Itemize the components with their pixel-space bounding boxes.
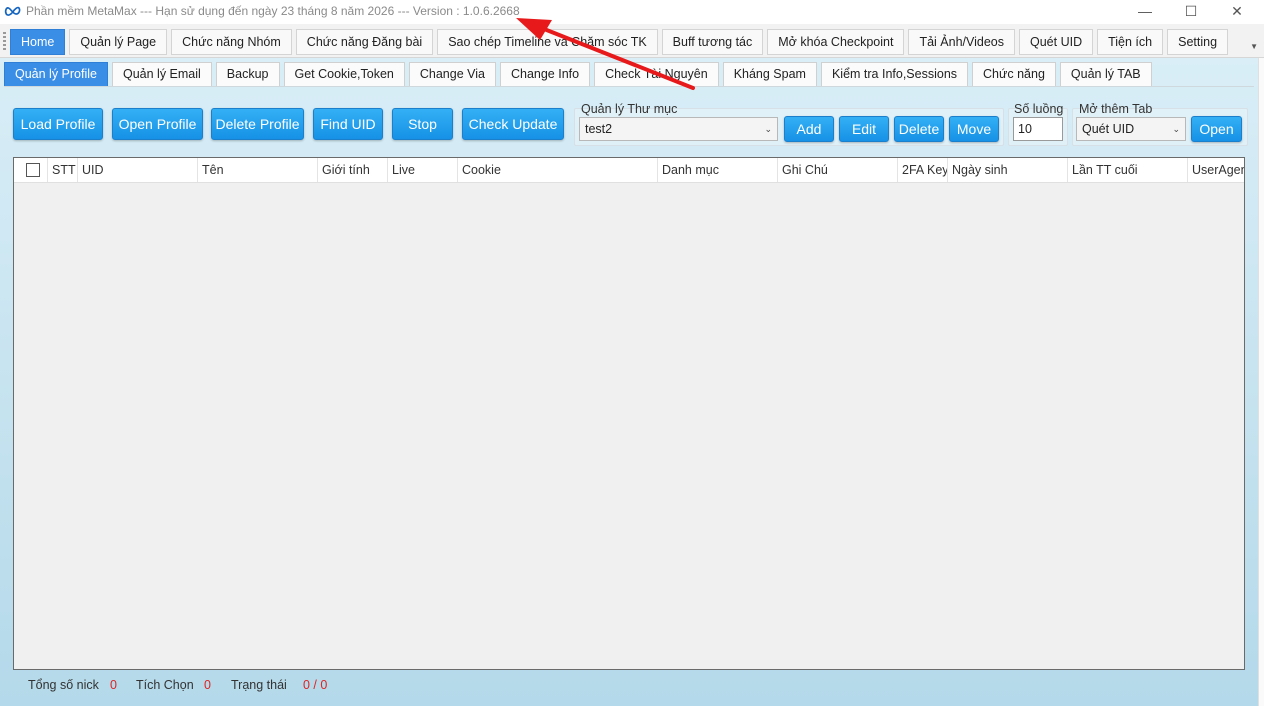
open-profile-button[interactable]: Open Profile <box>112 108 203 140</box>
menu-tab-quet-uid[interactable]: Quét UID <box>1019 29 1094 55</box>
folder-move-button[interactable]: Move <box>949 116 999 142</box>
col-ten[interactable]: Tên <box>198 158 318 182</box>
col-cookie[interactable]: Cookie <box>458 158 658 182</box>
chevron-down-icon: ⌄ <box>1172 124 1180 134</box>
folder-edit-button[interactable]: Edit <box>839 116 889 142</box>
window-title: Phần mềm MetaMax --- Hạn sử dụng đến ngà… <box>26 4 520 18</box>
total-nick-value: 0 <box>110 678 117 692</box>
selected-label: Tích Chọn <box>136 678 194 692</box>
subtab-quan-ly-profile[interactable]: Quản lý Profile <box>4 62 108 86</box>
threads-label: Số luồng <box>1014 102 1064 116</box>
subtab-change-via[interactable]: Change Via <box>408 62 496 86</box>
menu-tab-home[interactable]: Home <box>10 29 66 55</box>
menu-tab-buff-tuong-tac[interactable]: Buff tương tác <box>661 29 764 55</box>
status-label: Trạng thái <box>231 678 287 692</box>
sub-tabs: Quản lý Profile Quản lý Email Backup Get… <box>4 62 1152 86</box>
menu-tab-chuc-nang-dang-bai[interactable]: Chức năng Đăng bài <box>295 29 434 55</box>
open-tab-select[interactable]: Quét UID ⌄ <box>1076 117 1186 141</box>
subtab-quan-ly-email[interactable]: Quản lý Email <box>111 62 212 86</box>
subtab-khang-spam[interactable]: Kháng Spam <box>722 62 817 86</box>
window-edge <box>1258 58 1264 706</box>
find-uid-button[interactable]: Find UID <box>313 108 383 140</box>
subtab-change-info[interactable]: Change Info <box>499 62 591 86</box>
open-tab-select-value: Quét UID <box>1082 122 1135 136</box>
col-live[interactable]: Live <box>388 158 458 182</box>
open-tab-label: Mở thêm Tab <box>1079 102 1153 116</box>
menu-tab-mo-khoa-checkpoint[interactable]: Mở khóa Checkpoint <box>767 29 905 55</box>
main-menu-bar: Home Quản lý Page Chức năng Nhóm Chức nă… <box>0 24 1264 58</box>
stop-button[interactable]: Stop <box>392 108 453 140</box>
col-2fa-key[interactable]: 2FA Key <box>898 158 948 182</box>
maximize-button[interactable]: ☐ <box>1168 0 1214 24</box>
menu-tab-sao-chep-timeline[interactable]: Sao chép Timeline và Chăm sóc TK <box>437 29 658 55</box>
menu-tab-tai-anh-videos[interactable]: Tải Ảnh/Videos <box>908 29 1015 55</box>
subtab-get-cookie-token[interactable]: Get Cookie,Token <box>283 62 405 86</box>
col-useragent[interactable]: UserAgent <box>1188 158 1244 182</box>
subtab-backup[interactable]: Backup <box>215 62 280 86</box>
chevron-down-icon: ⌄ <box>764 124 772 134</box>
col-lan-tt-cuoi[interactable]: Lần TT cuối <box>1068 158 1188 182</box>
main-menu-tabs: Home Quản lý Page Chức năng Nhóm Chức nă… <box>10 29 1229 55</box>
status-value: 0 / 0 <box>303 678 328 692</box>
subtab-kiem-tra-info-sessions[interactable]: Kiểm tra Info,Sessions <box>820 62 969 86</box>
menu-tab-tien-ich[interactable]: Tiện ích <box>1097 29 1164 55</box>
folder-add-button[interactable]: Add <box>784 116 834 142</box>
menu-tab-quan-ly-page[interactable]: Quản lý Page <box>69 29 168 55</box>
folder-select-value: test2 <box>585 122 613 136</box>
menu-tab-chuc-nang-nhom[interactable]: Chức năng Nhóm <box>171 29 292 55</box>
selected-value: 0 <box>204 678 211 692</box>
select-all-cell <box>14 158 48 182</box>
open-tab-button[interactable]: Open <box>1191 116 1242 142</box>
check-update-button[interactable]: Check Update <box>462 108 564 140</box>
title-bar: Phần mềm MetaMax --- Hạn sử dụng đến ngà… <box>0 0 1264 24</box>
folder-delete-button[interactable]: Delete <box>894 116 944 142</box>
select-all-checkbox[interactable] <box>26 163 40 177</box>
subtab-check-tai-nguyen[interactable]: Check Tài Nguyên <box>594 62 719 86</box>
col-gioi-tinh[interactable]: Giới tính <box>318 158 388 182</box>
col-ngay-sinh[interactable]: Ngày sinh <box>948 158 1068 182</box>
profile-table[interactable]: STT UID Tên Giới tính Live Cookie Danh m… <box>13 157 1245 670</box>
table-header: STT UID Tên Giới tính Live Cookie Danh m… <box>14 158 1244 183</box>
col-ghi-chu[interactable]: Ghi Chú <box>778 158 898 182</box>
folder-label: Quản lý Thư mục <box>581 102 678 116</box>
subtab-quan-ly-tab[interactable]: Quản lý TAB <box>1059 62 1152 86</box>
col-uid[interactable]: UID <box>78 158 198 182</box>
minimize-button[interactable]: — <box>1122 0 1168 24</box>
close-button[interactable]: ✕ <box>1214 0 1260 24</box>
delete-profile-button[interactable]: Delete Profile <box>211 108 304 140</box>
col-stt[interactable]: STT <box>48 158 78 182</box>
meta-logo-icon <box>4 6 21 16</box>
folder-select[interactable]: test2 ⌄ <box>579 117 778 141</box>
threads-input[interactable]: 10 <box>1013 117 1063 141</box>
load-profile-button[interactable]: Load Profile <box>13 108 103 140</box>
toolbar-grip-icon[interactable] <box>3 32 6 50</box>
col-danh-muc[interactable]: Danh mục <box>658 158 778 182</box>
menu-tab-setting[interactable]: Setting <box>1167 29 1229 55</box>
total-nick-label: Tổng số nick <box>28 678 99 692</box>
menu-overflow-icon[interactable]: ▼ <box>1250 42 1258 51</box>
subtab-chuc-nang[interactable]: Chức năng <box>972 62 1056 86</box>
